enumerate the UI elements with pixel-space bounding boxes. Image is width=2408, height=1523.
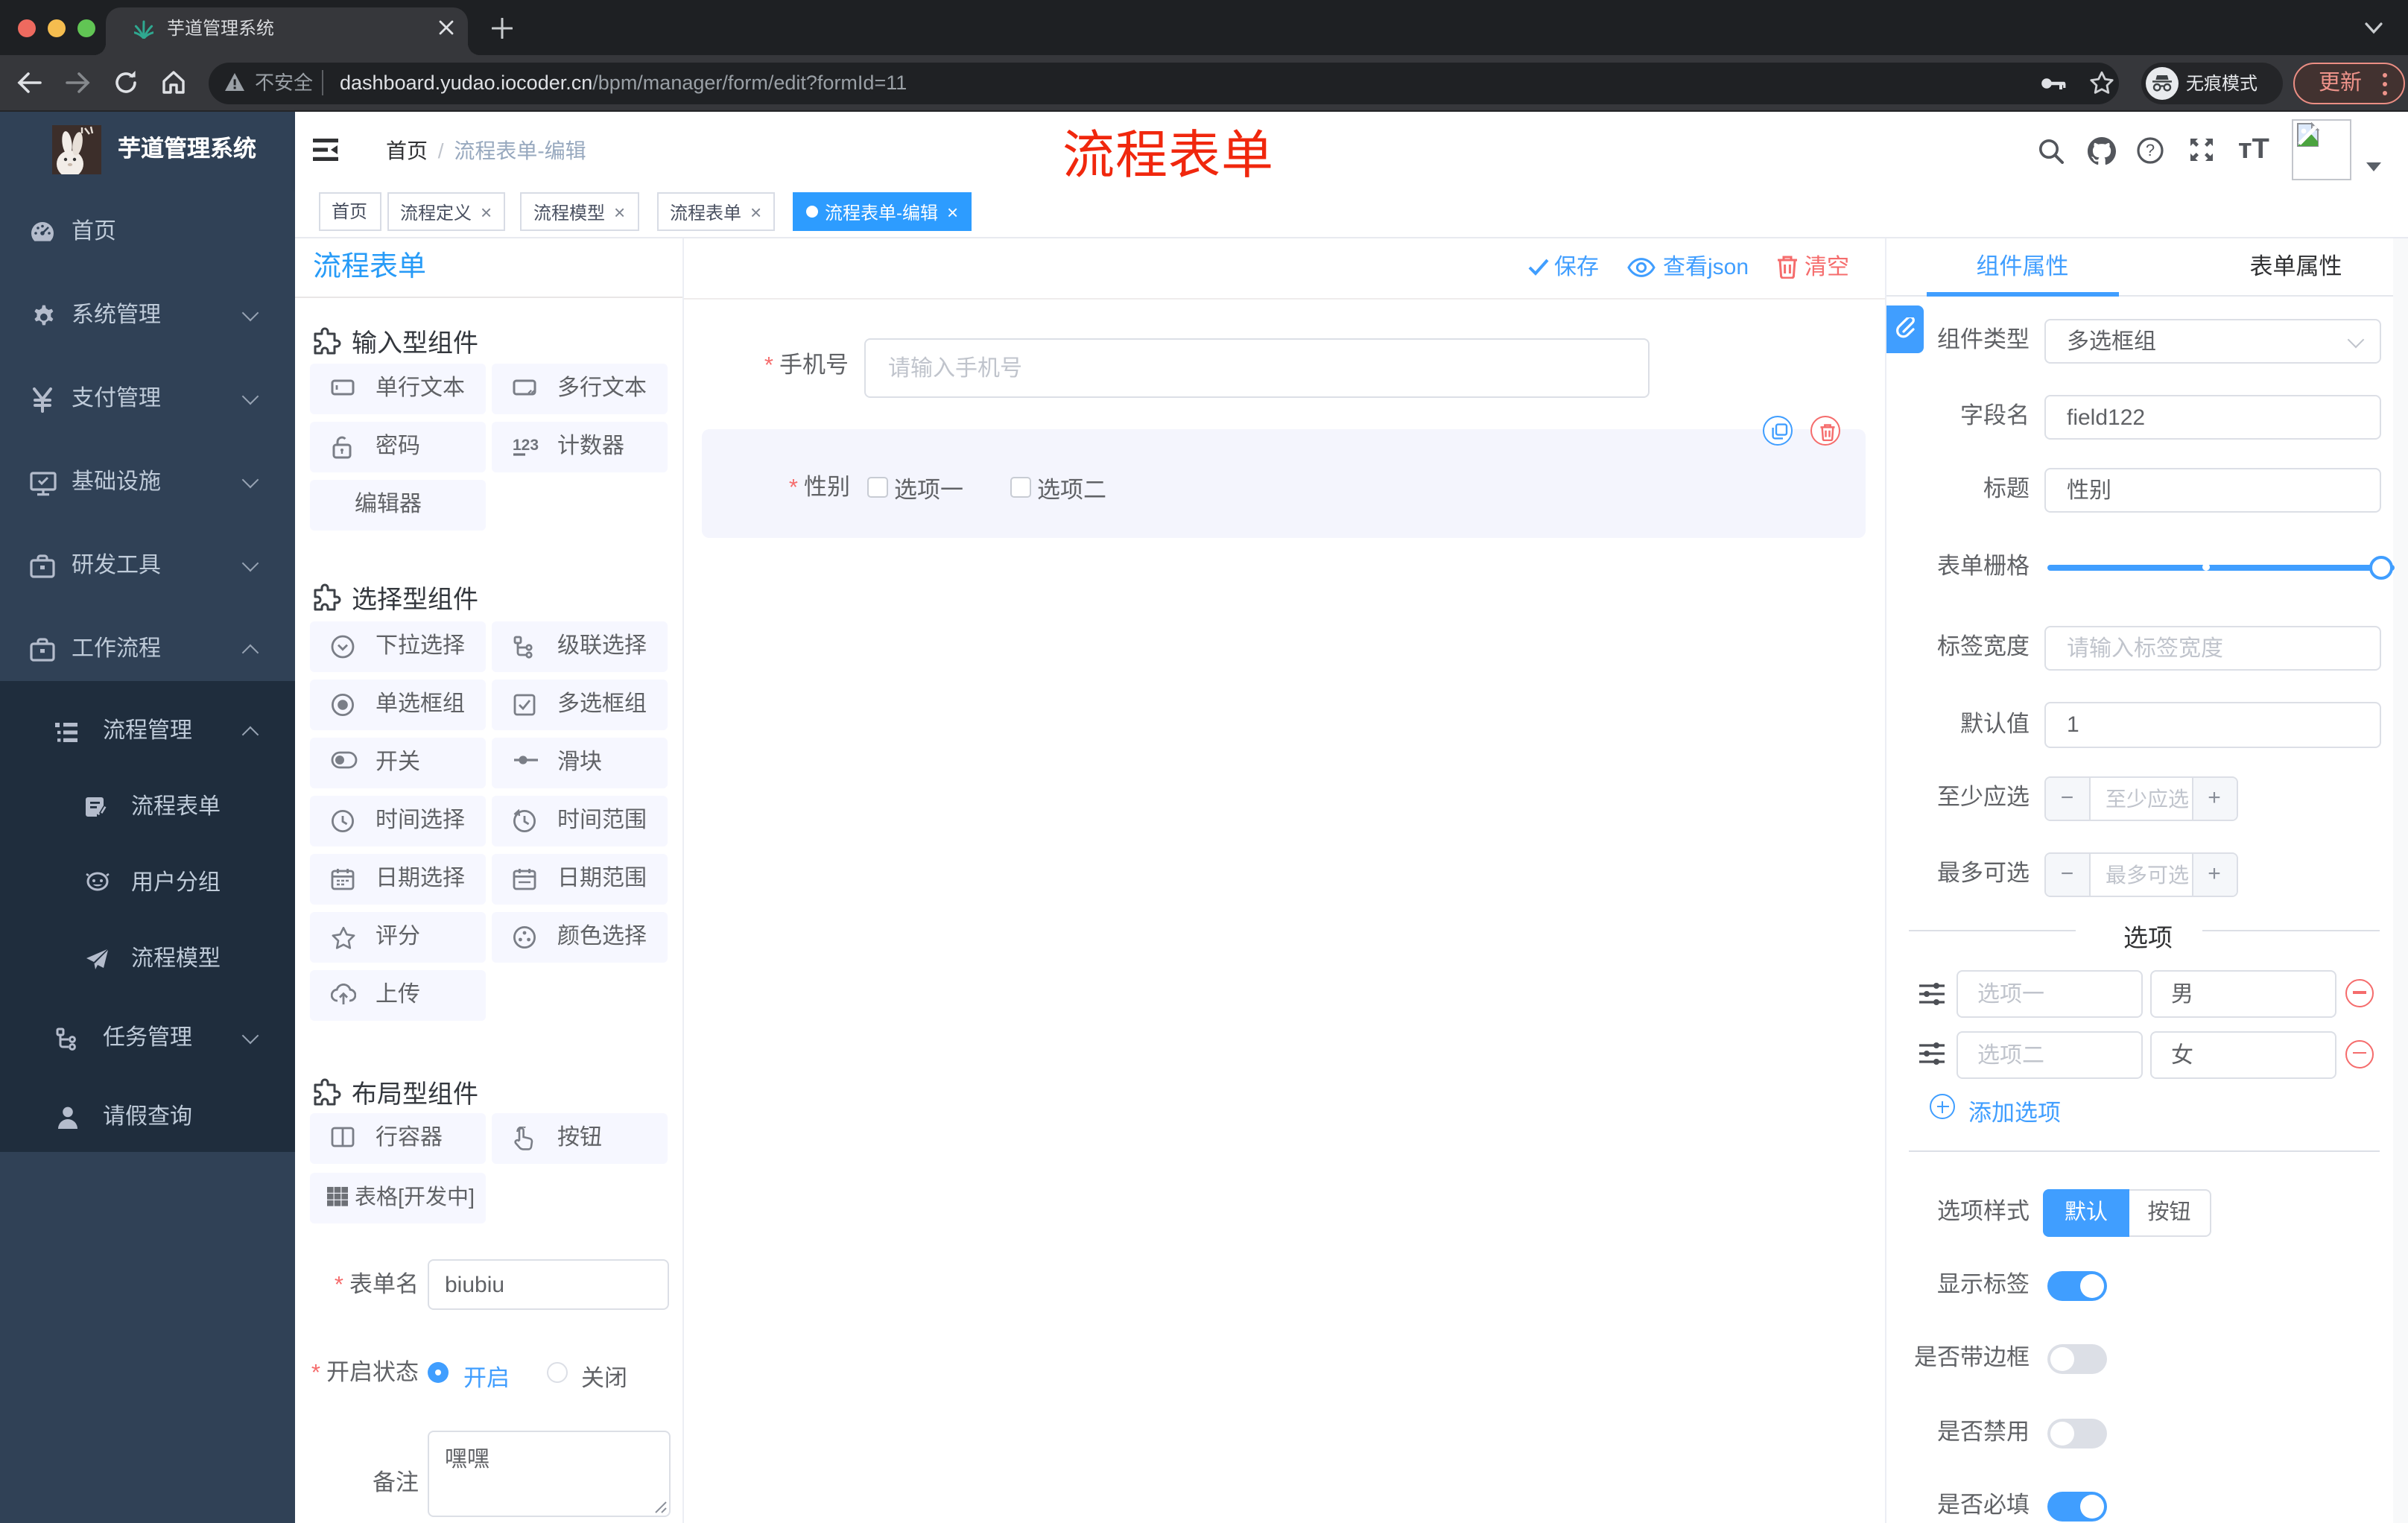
svg-text:?: ? [2146,141,2155,159]
svg-text:123: 123 [513,437,539,454]
